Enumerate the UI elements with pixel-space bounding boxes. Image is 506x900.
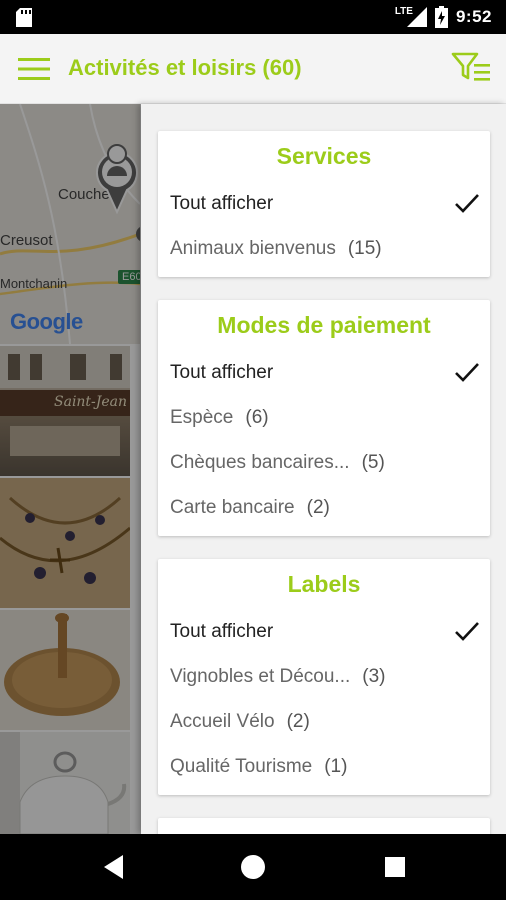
filter-card-title: Modes de paiement (217, 312, 431, 338)
battery-charging-icon (434, 6, 448, 28)
filter-option-label: Tout afficher (170, 361, 274, 383)
filter-option[interactable]: Animaux bienvenus (15) (158, 226, 490, 271)
filter-option-count: (2) (306, 496, 330, 518)
status-bar: LTE 9:52 (0, 0, 506, 34)
filter-option[interactable]: Vignobles et Décou... (3) (158, 654, 490, 699)
filter-card-title: Services (276, 143, 372, 169)
filter-option-label: Carte bancaire (170, 496, 295, 518)
filter-option-label: Tout afficher (170, 192, 274, 214)
back-icon[interactable] (99, 852, 129, 882)
filter-option[interactable]: Chèques bancaires... (5) (158, 440, 490, 485)
filter-option-label: Animaux bienvenus (170, 237, 336, 259)
filter-option-show-all[interactable]: Tout afficher (158, 350, 490, 395)
filter-option[interactable]: Carte bancaire (2) (158, 485, 490, 530)
filter-option-label: Chèques bancaires... (170, 451, 350, 473)
filter-option[interactable]: Qualité Tourisme (1) (158, 744, 490, 789)
filter-option[interactable]: Espèce (6) (158, 395, 490, 440)
filter-card-services: Services Tout afficher Animaux bienvenus… (158, 131, 490, 277)
filter-option-label: Vignobles et Décou... (170, 665, 351, 687)
filter-option-label: Espèce (170, 406, 234, 428)
filter-list-icon[interactable] (450, 50, 494, 86)
clock: 9:52 (455, 7, 492, 26)
filter-option-label: Tout afficher (170, 620, 274, 642)
filter-card-title: Labels (287, 571, 361, 597)
sd-card-icon (16, 8, 32, 27)
hamburger-menu-icon[interactable] (16, 55, 52, 83)
recents-icon[interactable] (380, 852, 410, 882)
filter-option-count: (6) (245, 406, 269, 428)
filter-option-show-all[interactable]: Tout afficher (158, 609, 490, 654)
filter-option-count: (3) (362, 665, 386, 687)
filter-card-labels: Labels Tout afficher Vignobles et Décou.… (158, 559, 490, 795)
checkmark-icon (455, 194, 479, 213)
navigation-bar (0, 834, 506, 900)
filter-option-count: (2) (286, 710, 310, 732)
checkmark-icon (455, 363, 479, 382)
filter-option-label: Accueil Vélo (170, 710, 275, 732)
home-icon[interactable] (238, 852, 268, 882)
filter-card-next (158, 818, 490, 834)
filter-option-count: (15) (347, 237, 382, 259)
app-bar: Activités et loisirs (60) (0, 34, 506, 104)
filter-option-label: Qualité Tourisme (170, 755, 313, 777)
filter-panel: Services Tout afficher Animaux bienvenus… (141, 104, 506, 834)
filter-option[interactable]: Accueil Vélo (2) (158, 699, 490, 744)
filter-option-count: (5) (361, 451, 385, 473)
network-type-label: LTE (394, 5, 413, 17)
checkmark-icon (455, 622, 479, 641)
page-title: Activités et loisirs (60) (68, 55, 302, 80)
filter-option-count: (1) (324, 755, 348, 777)
filter-option-show-all[interactable]: Tout afficher (158, 181, 490, 226)
filter-card-payment: Modes de paiement Tout afficher Espèce (… (158, 300, 490, 536)
